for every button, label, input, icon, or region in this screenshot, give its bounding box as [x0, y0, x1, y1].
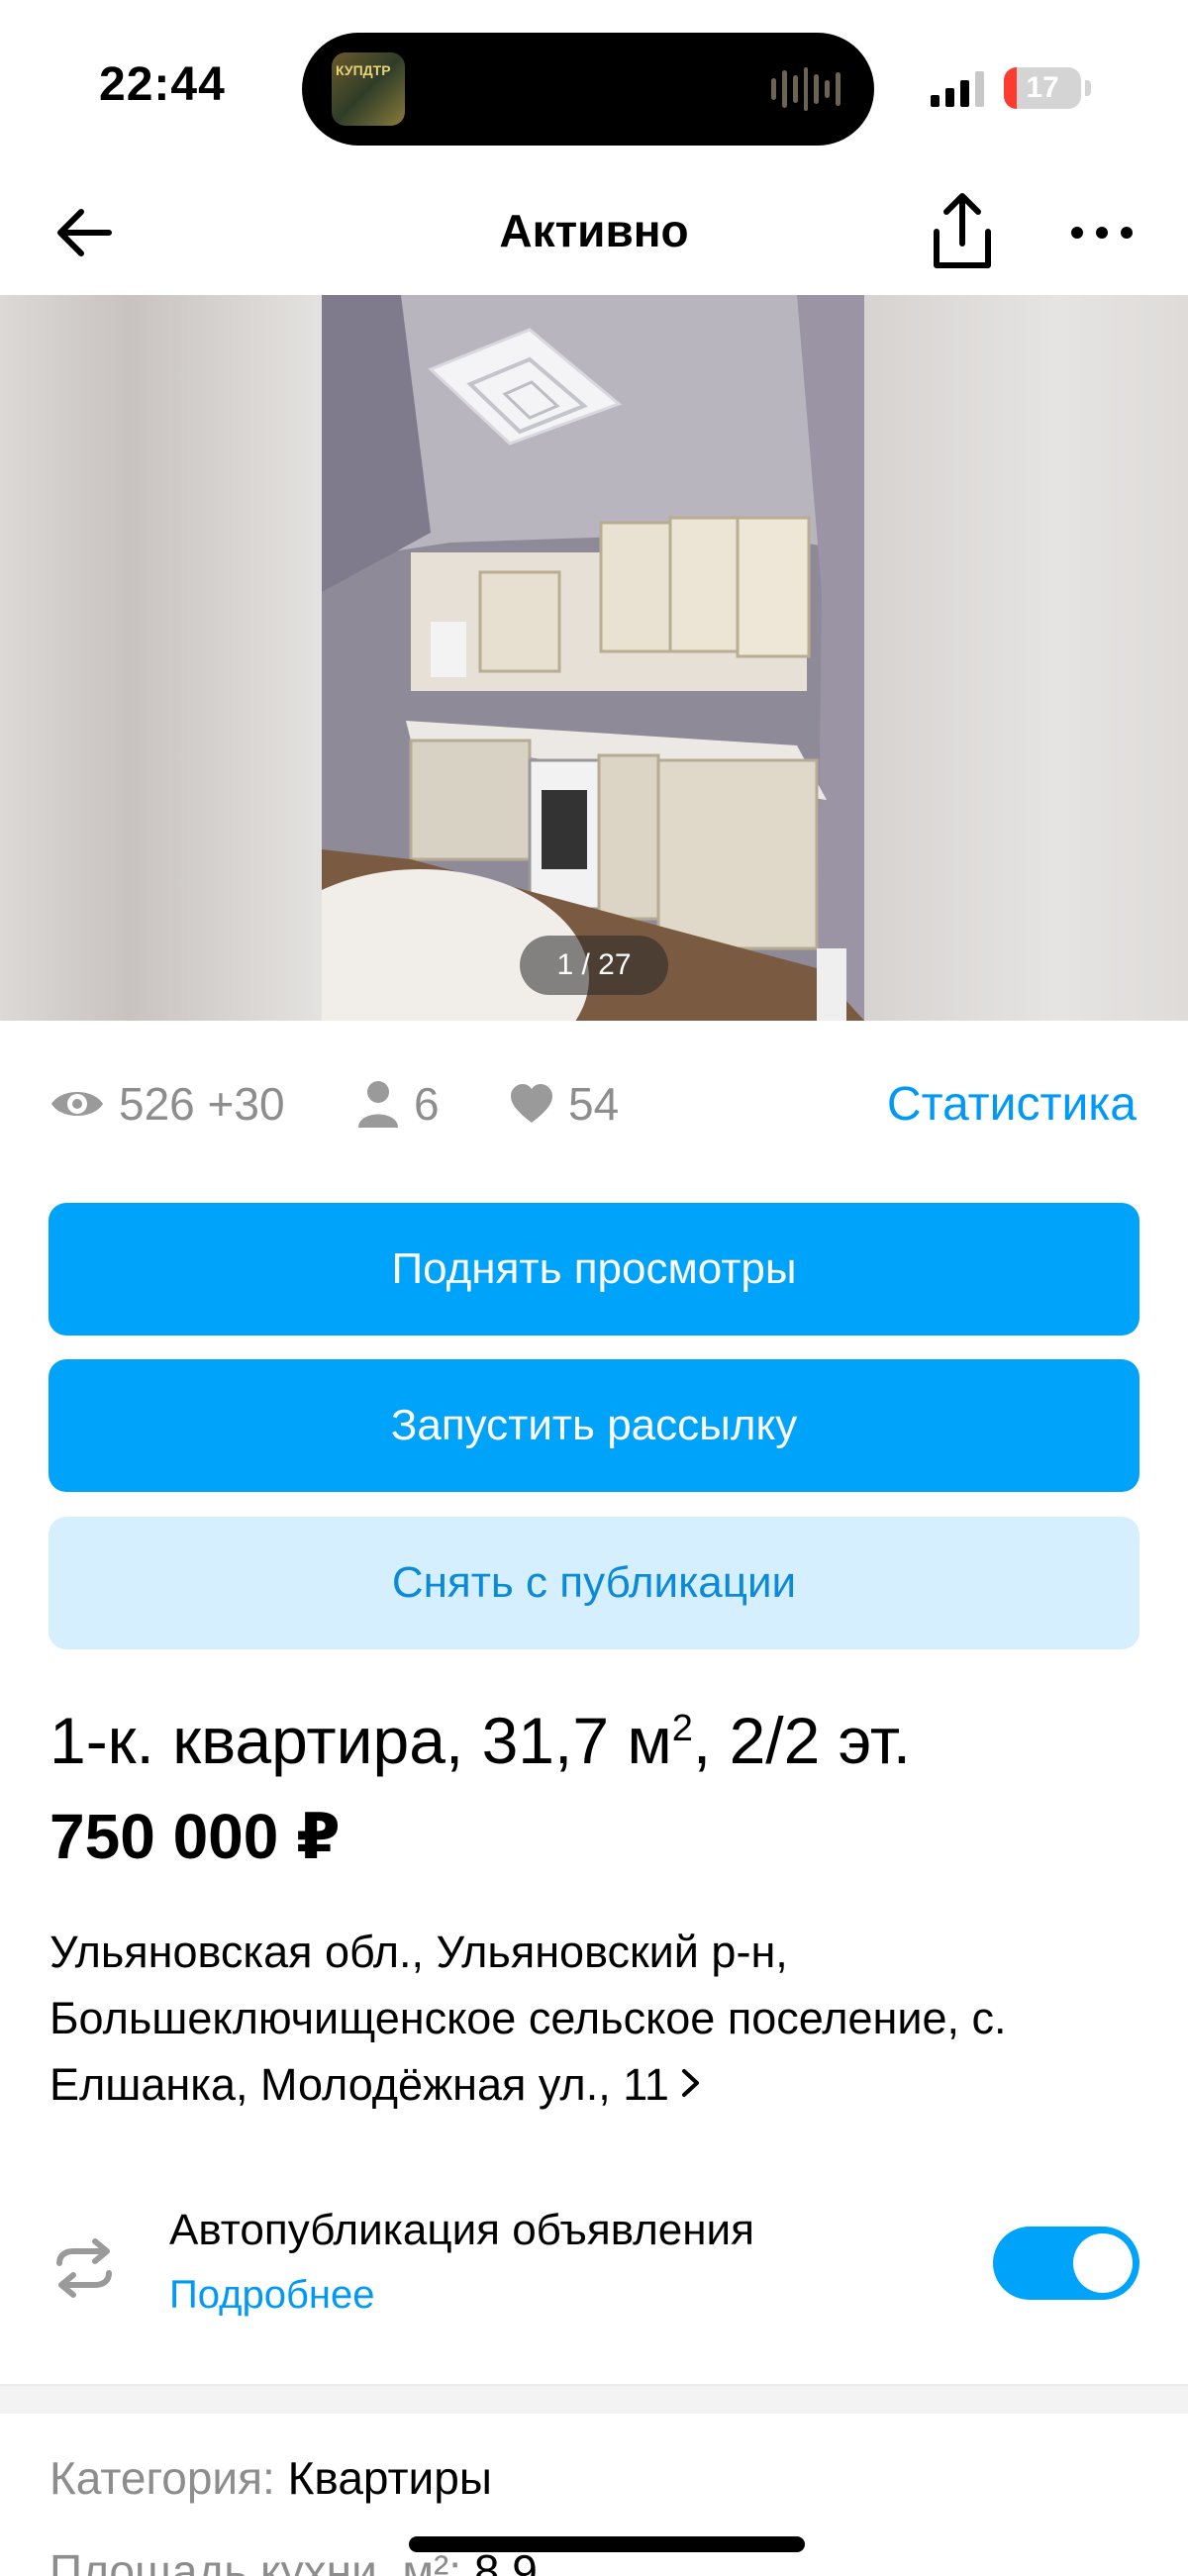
autopublish-toggle[interactable]	[993, 2227, 1139, 2300]
views-stat: 526 +30	[50, 1077, 285, 1131]
now-playing-art-text: КУПДТР	[336, 62, 391, 78]
battery-icon: 17	[1004, 67, 1081, 109]
listing-photo[interactable]	[322, 295, 864, 1021]
cellular-signal-icon	[931, 71, 988, 107]
audio-waveform-icon	[771, 66, 842, 112]
autopublish-row: Автопубликация объявления Подробнее	[0, 2188, 1188, 2336]
boost-views-button[interactable]: Поднять просмотры	[49, 1203, 1139, 1336]
param-value: Квартиры	[287, 2452, 492, 2504]
battery-cap	[1085, 80, 1091, 96]
param-label: Категория:	[50, 2452, 275, 2504]
param-category: Категория: Квартиры	[50, 2451, 492, 2505]
photo-counter: 1 / 27	[520, 936, 668, 995]
photo-gallery[interactable]: 1 / 27	[0, 295, 1188, 1021]
dynamic-island[interactable]: КУПДТР	[302, 33, 874, 146]
section-divider	[0, 2384, 1188, 2414]
autopublish-title: Автопубликация объявления	[169, 2206, 754, 2254]
views-count: 526 +30	[119, 1078, 285, 1130]
favorites-count: 54	[568, 1078, 620, 1130]
gallery-blurred-backdrop-left	[0, 295, 322, 1021]
nav-bar: Активно	[0, 168, 1188, 295]
listing-title: 1-к. квартира, 31,7 м2, 2/2 эт.	[50, 1703, 911, 1778]
listing-price: 750 000 ₽	[50, 1801, 341, 1872]
favorites-stat: 54	[509, 1077, 619, 1131]
eye-icon	[50, 1084, 105, 1124]
listing-address[interactable]: Ульяновская обл., Ульяновский р-н, Больш…	[50, 1919, 1148, 2118]
listing-title-main: 1-к. квартира, 31,7 м	[50, 1704, 672, 1777]
listing-stats: 526 +30 6 54 Статистика	[0, 1059, 1188, 1148]
statistics-link[interactable]: Статистика	[887, 1077, 1137, 1132]
heart-icon	[509, 1083, 554, 1125]
param-label: Площадь кухни, м²:	[50, 2545, 462, 2576]
contacts-stat: 6	[356, 1077, 440, 1131]
gallery-blurred-backdrop-right	[864, 295, 1188, 1021]
share-icon[interactable]	[925, 190, 1000, 275]
person-icon	[356, 1078, 400, 1130]
repeat-icon	[51, 2235, 117, 2301]
address-text: Ульяновская обл., Ульяновский р-н, Больш…	[50, 1927, 1007, 2110]
battery-level: 17	[1026, 71, 1059, 104]
status-time: 22:44	[99, 58, 226, 111]
status-bar: 22:44 КУПДТР 17	[0, 0, 1188, 168]
back-arrow-icon[interactable]	[51, 198, 121, 267]
listing-title-suffix: , 2/2 эт.	[692, 1704, 912, 1777]
contacts-count: 6	[414, 1078, 440, 1130]
listing-title-sup: 2	[671, 1708, 693, 1749]
chevron-right-icon	[679, 2051, 703, 2118]
page-title: Активно	[499, 205, 689, 256]
unpublish-button[interactable]: Снять с публикации	[49, 1517, 1139, 1649]
home-indicator[interactable]	[409, 2536, 805, 2552]
more-dots-icon[interactable]	[1067, 208, 1137, 257]
autopublish-more-link[interactable]: Подробнее	[169, 2273, 374, 2318]
start-mailing-button[interactable]: Запустить рассылку	[49, 1359, 1139, 1492]
toggle-knob	[1073, 2233, 1133, 2293]
now-playing-artwork: КУПДТР	[332, 52, 405, 126]
